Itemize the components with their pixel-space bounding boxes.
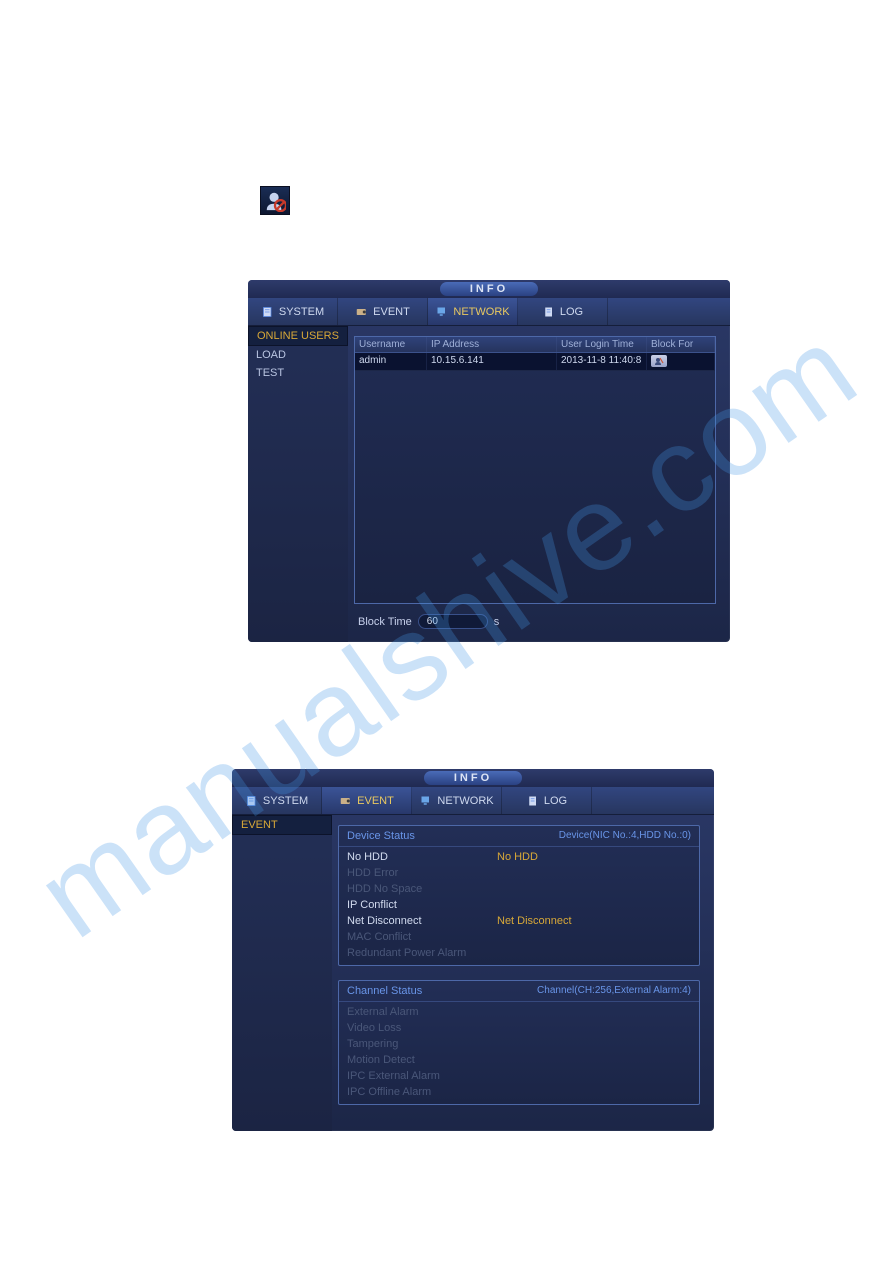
tab-event[interactable]: EVENT bbox=[338, 298, 428, 325]
window-titlebar: INFO bbox=[232, 769, 714, 787]
status-label: Motion Detect bbox=[347, 1054, 497, 1066]
status-row-hdd-error: HDD Error bbox=[339, 865, 699, 881]
status-label: External Alarm bbox=[347, 1006, 497, 1018]
tab-log[interactable]: LOG bbox=[502, 787, 592, 814]
status-value: No HDD bbox=[497, 851, 538, 863]
cell-block bbox=[647, 353, 715, 370]
table-row[interactable]: admin 10.15.6.141 2013-11-8 11:40:8 bbox=[355, 353, 715, 371]
block-user-icon bbox=[260, 186, 290, 215]
log-icon bbox=[526, 795, 540, 807]
status-value: Net Disconnect bbox=[497, 915, 572, 927]
tab-system[interactable]: SYSTEM bbox=[232, 787, 322, 814]
status-row-ip-conflict: IP Conflict bbox=[339, 897, 699, 913]
status-label: IP Conflict bbox=[347, 899, 497, 911]
status-label: Redundant Power Alarm bbox=[347, 947, 497, 959]
status-label: No HDD bbox=[347, 851, 497, 863]
online-users-grid: Username IP Address User Login Time Bloc… bbox=[354, 336, 716, 604]
cell-ip: 10.15.6.141 bbox=[427, 353, 557, 370]
status-row-net-disconnect: Net DisconnectNet Disconnect bbox=[339, 913, 699, 929]
block-time-input[interactable] bbox=[418, 614, 488, 629]
main-tabs: SYSTEM EVENT NETWORK LOG bbox=[232, 787, 714, 815]
cell-username: admin bbox=[355, 353, 427, 370]
channel-status-summary: Channel(CH:256,External Alarm:4) bbox=[537, 985, 691, 997]
col-login-time[interactable]: User Login Time bbox=[557, 337, 647, 352]
tab-log[interactable]: LOG bbox=[518, 298, 608, 325]
status-row-redundant-power: Redundant Power Alarm bbox=[339, 945, 699, 961]
event-icon bbox=[355, 306, 369, 318]
status-row-no-hdd: No HDDNo HDD bbox=[339, 849, 699, 865]
info-window-network: INFO SYSTEM EVENT NETWORK LOG ONLINE USE… bbox=[248, 280, 730, 642]
tab-system-label: SYSTEM bbox=[279, 306, 324, 318]
device-status-panel: Device Status Device(NIC No.:4,HDD No.:0… bbox=[338, 825, 700, 966]
info-window-event: INFO SYSTEM EVENT NETWORK LOG EVENT Devi… bbox=[232, 769, 714, 1131]
sidebar: EVENT bbox=[232, 815, 332, 1131]
window-title: INFO bbox=[440, 282, 538, 296]
status-row-video-loss: Video Loss bbox=[339, 1020, 699, 1036]
tab-system[interactable]: SYSTEM bbox=[248, 298, 338, 325]
device-status-title: Device Status bbox=[347, 830, 415, 842]
col-ip[interactable]: IP Address bbox=[427, 337, 557, 352]
status-label: Video Loss bbox=[347, 1022, 497, 1034]
status-row-tampering: Tampering bbox=[339, 1036, 699, 1052]
system-icon bbox=[261, 306, 275, 318]
tab-network[interactable]: NETWORK bbox=[428, 298, 518, 325]
system-icon bbox=[245, 795, 259, 807]
block-time-unit: s bbox=[494, 616, 500, 628]
block-time-row: Block Time s bbox=[354, 614, 716, 629]
tab-network-label: NETWORK bbox=[437, 795, 493, 807]
status-row-hdd-no-space: HDD No Space bbox=[339, 881, 699, 897]
grid-header: Username IP Address User Login Time Bloc… bbox=[355, 337, 715, 353]
tab-network-label: NETWORK bbox=[453, 306, 509, 318]
status-row-motion-detect: Motion Detect bbox=[339, 1052, 699, 1068]
status-row-ipc-external-alarm: IPC External Alarm bbox=[339, 1068, 699, 1084]
channel-status-panel: Channel Status Channel(CH:256,External A… bbox=[338, 980, 700, 1105]
status-label: HDD Error bbox=[347, 867, 497, 879]
col-block-for[interactable]: Block For bbox=[647, 337, 715, 352]
event-icon bbox=[339, 795, 353, 807]
block-icon bbox=[654, 357, 664, 365]
cell-login-time: 2013-11-8 11:40:8 bbox=[557, 353, 647, 370]
status-label: Tampering bbox=[347, 1038, 497, 1050]
tab-network[interactable]: NETWORK bbox=[412, 787, 502, 814]
sidebar-item-load[interactable]: LOAD bbox=[248, 346, 348, 364]
window-title: INFO bbox=[424, 771, 522, 785]
window-titlebar: INFO bbox=[248, 280, 730, 298]
status-row-external-alarm: External Alarm bbox=[339, 1004, 699, 1020]
status-label: HDD No Space bbox=[347, 883, 497, 895]
tab-event[interactable]: EVENT bbox=[322, 787, 412, 814]
block-time-label: Block Time bbox=[358, 616, 412, 628]
log-icon bbox=[542, 306, 556, 318]
network-icon bbox=[435, 306, 449, 318]
status-label: Net Disconnect bbox=[347, 915, 497, 927]
col-username[interactable]: Username bbox=[355, 337, 427, 352]
status-label: IPC External Alarm bbox=[347, 1070, 497, 1082]
status-row-ipc-offline-alarm: IPC Offline Alarm bbox=[339, 1084, 699, 1100]
tab-log-label: LOG bbox=[560, 306, 583, 318]
network-icon bbox=[419, 795, 433, 807]
block-user-button[interactable] bbox=[651, 355, 667, 367]
sidebar-item-event[interactable]: EVENT bbox=[232, 815, 332, 835]
channel-status-title: Channel Status bbox=[347, 985, 422, 997]
device-status-summary: Device(NIC No.:4,HDD No.:0) bbox=[559, 830, 691, 842]
tab-event-label: EVENT bbox=[373, 306, 410, 318]
sidebar-item-online-users[interactable]: ONLINE USERS bbox=[248, 326, 348, 346]
status-label: MAC Conflict bbox=[347, 931, 497, 943]
sidebar: ONLINE USERS LOAD TEST bbox=[248, 326, 348, 642]
status-label: IPC Offline Alarm bbox=[347, 1086, 497, 1098]
tab-log-label: LOG bbox=[544, 795, 567, 807]
tab-system-label: SYSTEM bbox=[263, 795, 308, 807]
main-tabs: SYSTEM EVENT NETWORK LOG bbox=[248, 298, 730, 326]
status-row-mac-conflict: MAC Conflict bbox=[339, 929, 699, 945]
tab-event-label: EVENT bbox=[357, 795, 394, 807]
sidebar-item-test[interactable]: TEST bbox=[248, 364, 348, 382]
